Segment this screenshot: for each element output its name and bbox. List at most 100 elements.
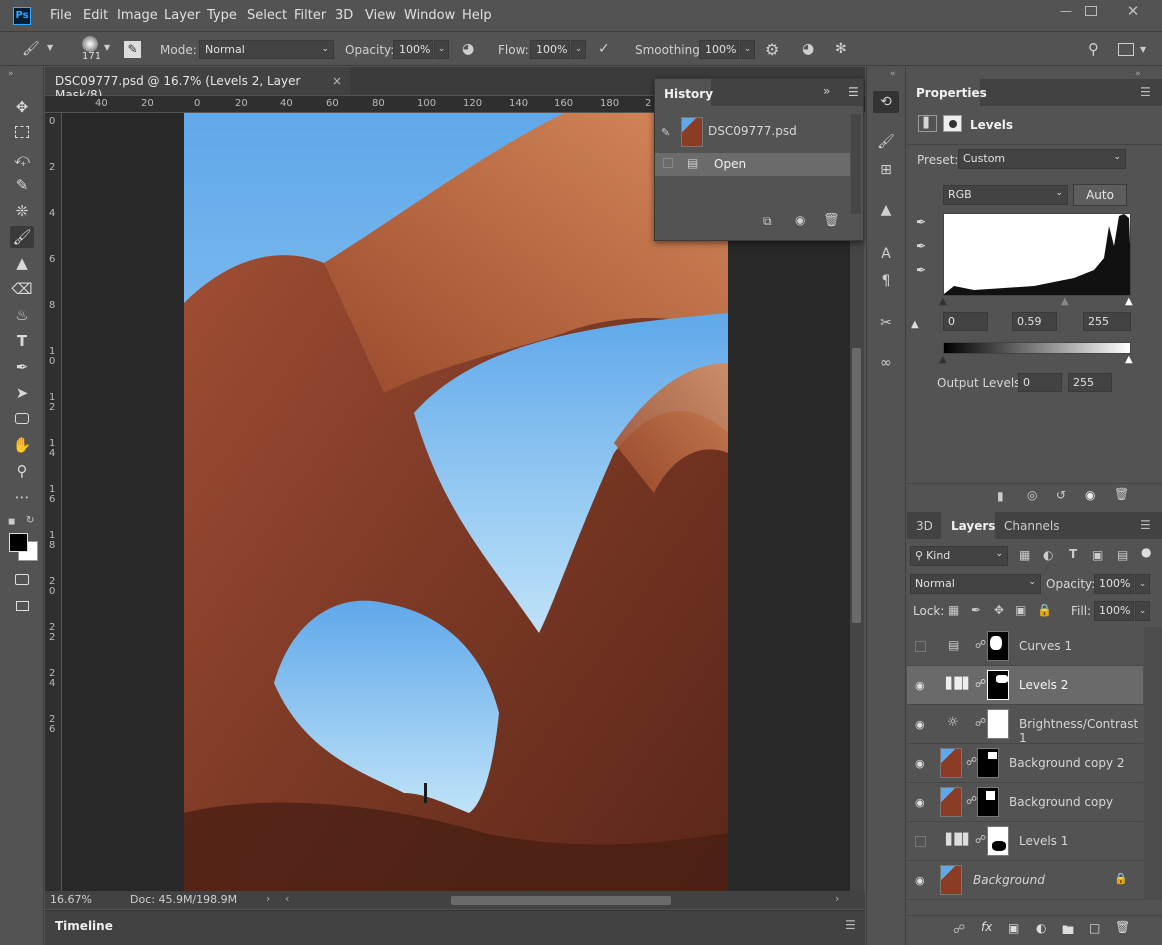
- eyedropper-tool-icon[interactable]: ❊: [10, 200, 34, 222]
- layers-scrollbar[interactable]: [1144, 627, 1162, 900]
- scroll-left-icon[interactable]: ‹: [285, 892, 289, 905]
- paint-bucket-icon[interactable]: ♨: [10, 304, 34, 326]
- eye-icon[interactable]: ◉: [915, 718, 929, 731]
- airbrush-icon[interactable]: ✓: [598, 41, 610, 57]
- foreground-color-swatch[interactable]: [9, 533, 28, 552]
- eye-icon[interactable]: ◉: [915, 679, 929, 692]
- zoom-level[interactable]: 16.67%: [50, 893, 92, 906]
- scrollbar-thumb[interactable]: [852, 348, 861, 623]
- output-black-field[interactable]: 0: [1018, 373, 1062, 392]
- default-colors-icon[interactable]: ◼: [8, 517, 15, 527]
- chevron-down-icon[interactable]: ▼: [47, 43, 53, 52]
- menu-help[interactable]: Help: [462, 8, 492, 23]
- channel-select[interactable]: RGB ⌄: [943, 185, 1068, 205]
- layer-mask-thumbnail[interactable]: [977, 748, 999, 778]
- layer-mask-thumbnail[interactable]: [987, 826, 1009, 856]
- filter-toggle-icon[interactable]: ●: [1141, 545, 1151, 559]
- history-tab[interactable]: History: [655, 79, 713, 106]
- trash-icon[interactable]: 🗑: [1114, 487, 1129, 501]
- mode-select[interactable]: Normal ⌄: [199, 40, 334, 59]
- flow-dropdown[interactable]: ⌄: [571, 40, 586, 59]
- close-icon[interactable]: ✕: [1124, 4, 1142, 19]
- filter-smart-object-icon[interactable]: ▤: [1117, 548, 1128, 562]
- pressure-size-icon[interactable]: ◕: [802, 41, 814, 57]
- menu-edit[interactable]: Edit: [83, 8, 108, 23]
- history-scrollbar[interactable]: [851, 114, 861, 214]
- lock-artboard-icon[interactable]: ▣: [1015, 603, 1026, 617]
- history-state-checkbox[interactable]: [663, 158, 673, 168]
- black-point-eyedropper-icon[interactable]: ✒: [916, 215, 926, 229]
- chevron-down-icon[interactable]: ⌄: [1135, 574, 1150, 594]
- eye-icon[interactable]: ◉: [915, 796, 929, 809]
- layer-mask-thumbnail[interactable]: [977, 787, 999, 817]
- close-tab-icon[interactable]: ×: [332, 74, 342, 88]
- blend-mode-select[interactable]: Normal ⌄: [910, 574, 1041, 594]
- collapse-dock-icon[interactable]: «: [890, 69, 896, 79]
- visibility-toggle[interactable]: [915, 836, 926, 847]
- stamp-tool-icon[interactable]: ▲: [10, 252, 34, 274]
- clipping-warning-icon[interactable]: ▲: [911, 319, 919, 330]
- type-tool-icon[interactable]: T: [10, 330, 34, 352]
- brush-tool-icon[interactable]: 🖌: [22, 41, 40, 57]
- layer-mask-thumbnail[interactable]: [987, 670, 1009, 700]
- filter-type-icon[interactable]: T: [1069, 547, 1077, 561]
- search-icon[interactable]: ⚲: [1088, 40, 1099, 58]
- preset-select[interactable]: Custom ⌄: [958, 149, 1126, 169]
- trash-icon[interactable]: 🗑: [823, 213, 840, 228]
- filter-pixel-icon[interactable]: ▦: [1019, 548, 1030, 562]
- document-tab[interactable]: DSC09777.psd @ 16.7% (Levels 2, Layer Ma…: [45, 67, 350, 102]
- link-layers-icon[interactable]: ☍: [953, 922, 965, 936]
- lock-all-icon[interactable]: 🔒: [1037, 603, 1052, 617]
- more-tools-icon[interactable]: ⋯: [10, 486, 34, 508]
- shape-tool-icon[interactable]: [10, 408, 34, 430]
- minimize-icon[interactable]: —: [1057, 5, 1075, 17]
- panel-menu-icon[interactable]: ☰: [845, 918, 856, 932]
- input-white-slider[interactable]: ▲: [1125, 296, 1133, 307]
- swap-colors-icon[interactable]: ↻: [26, 515, 34, 526]
- new-adjustment-layer-icon[interactable]: ◐: [1036, 921, 1046, 935]
- eye-icon[interactable]: ◉: [915, 874, 929, 887]
- expand-icon[interactable]: »: [8, 69, 14, 79]
- chevron-down-icon[interactable]: ⌄: [1135, 601, 1150, 621]
- panel-menu-icon[interactable]: ☰: [1140, 85, 1151, 99]
- history-snapshot[interactable]: ✎ DSC09777.psd: [655, 114, 850, 151]
- smoothing-dropdown[interactable]: ⌄: [740, 40, 755, 59]
- character-panel-icon[interactable]: A: [873, 243, 899, 265]
- layer-row[interactable]: ◉ Background 🔒: [907, 861, 1143, 900]
- reset-icon[interactable]: ↺: [1056, 488, 1066, 502]
- eye-icon[interactable]: ◉: [915, 757, 929, 770]
- input-gamma-field[interactable]: 0.59: [1012, 312, 1057, 331]
- chevron-right-icon[interactable]: ›: [266, 892, 270, 905]
- opacity-dropdown[interactable]: ⌄: [434, 40, 449, 59]
- collapse-icon[interactable]: »: [823, 84, 830, 98]
- mask-icon[interactable]: [943, 115, 962, 132]
- menu-select[interactable]: Select: [247, 8, 287, 23]
- panel-menu-icon[interactable]: ☰: [848, 85, 859, 99]
- auto-button[interactable]: Auto: [1073, 184, 1127, 206]
- scroll-right-icon[interactable]: ›: [835, 892, 839, 905]
- input-black-slider[interactable]: ▲: [939, 296, 947, 307]
- view-previous-state-icon[interactable]: ◎: [1027, 488, 1037, 502]
- brush-settings-panel-icon[interactable]: ⊞: [873, 159, 899, 181]
- layer-thumbnail[interactable]: [940, 748, 962, 778]
- layer-row[interactable]: ◉ ☼ ☍ Brightness/Contrast 1: [907, 705, 1143, 745]
- paragraph-panel-icon[interactable]: ¶: [873, 270, 899, 292]
- tool-presets-icon[interactable]: ✂: [873, 312, 899, 334]
- layer-thumbnail[interactable]: [940, 865, 962, 895]
- eraser-tool-icon[interactable]: ⌫: [10, 278, 34, 300]
- input-white-field[interactable]: 255: [1083, 312, 1131, 331]
- brush-panel-icon[interactable]: 🖌: [873, 131, 899, 153]
- document-image[interactable]: [184, 113, 728, 891]
- output-white-slider[interactable]: ▲: [1125, 354, 1133, 365]
- layer-row-selected[interactable]: ◉ ▋▉▋ ☍ Levels 2: [907, 666, 1143, 705]
- output-white-field[interactable]: 255: [1068, 373, 1112, 392]
- collapse-icon[interactable]: »: [1135, 69, 1141, 79]
- layer-mask-thumbnail[interactable]: [987, 631, 1009, 661]
- menu-view[interactable]: View: [365, 8, 396, 23]
- new-layer-icon[interactable]: □: [1089, 921, 1100, 935]
- layer-row[interactable]: ▤ ☍ Curves 1: [907, 627, 1143, 666]
- input-gamma-slider[interactable]: ▲: [1061, 296, 1069, 307]
- lock-position-icon[interactable]: ✥: [994, 603, 1004, 617]
- clone-source-icon[interactable]: ▲: [873, 199, 899, 221]
- folder-icon[interactable]: 🖿: [1062, 921, 1074, 942]
